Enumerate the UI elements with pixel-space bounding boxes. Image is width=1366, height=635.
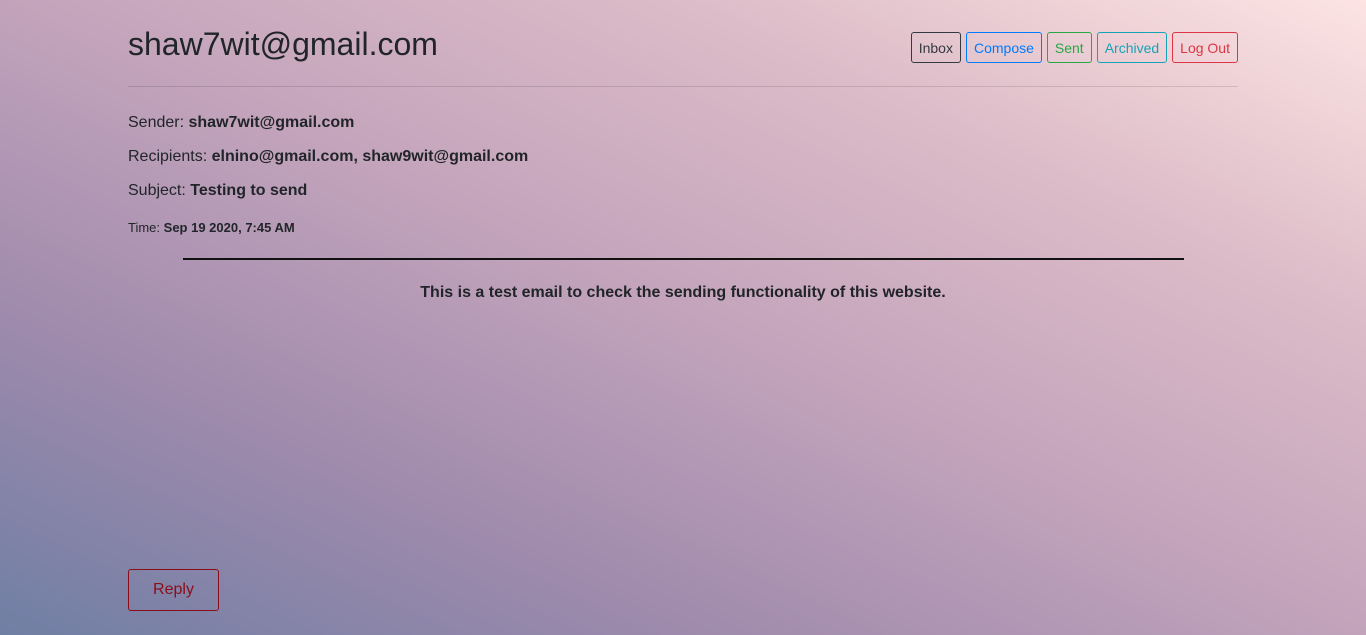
recipients-value: elnino@gmail.com, shaw9wit@gmail.com [211, 148, 529, 165]
subject-line: Subject: Testing to send [128, 181, 307, 201]
time-value: Sep 19 2020, 7:45 AM [163, 220, 295, 235]
reply-button[interactable]: Reply [128, 569, 219, 611]
sent-button[interactable]: Sent [1046, 32, 1092, 63]
compose-button[interactable]: Compose [965, 32, 1042, 63]
header: shaw7wit@gmail.com Inbox Compose Sent Ar… [128, 0, 1238, 87]
recipients-line: Recipients: elnino@gmail.com, shaw9wit@g… [128, 147, 528, 167]
archived-button[interactable]: Archived [1096, 32, 1168, 63]
time-line: Time: Sep 19 2020, 7:45 AM [128, 218, 295, 238]
sender-label: Sender: [128, 114, 185, 131]
subject-value: Testing to send [190, 182, 308, 199]
logout-button[interactable]: Log Out [1172, 32, 1238, 63]
email-view: shaw7wit@gmail.com Inbox Compose Sent Ar… [128, 0, 1238, 635]
inbox-button[interactable]: Inbox [910, 32, 961, 63]
sender-value: shaw7wit@gmail.com [188, 114, 355, 131]
nav-buttons: Inbox Compose Sent Archived Log Out [910, 32, 1238, 63]
user-email: shaw7wit@gmail.com [128, 26, 438, 62]
email-body: This is a test email to check the sendin… [420, 284, 946, 301]
time-label: Time: [128, 220, 161, 235]
sender-line: Sender: shaw7wit@gmail.com [128, 113, 354, 133]
subject-label: Subject: [128, 182, 186, 199]
recipients-label: Recipients: [128, 148, 208, 165]
body-divider [183, 258, 1184, 260]
